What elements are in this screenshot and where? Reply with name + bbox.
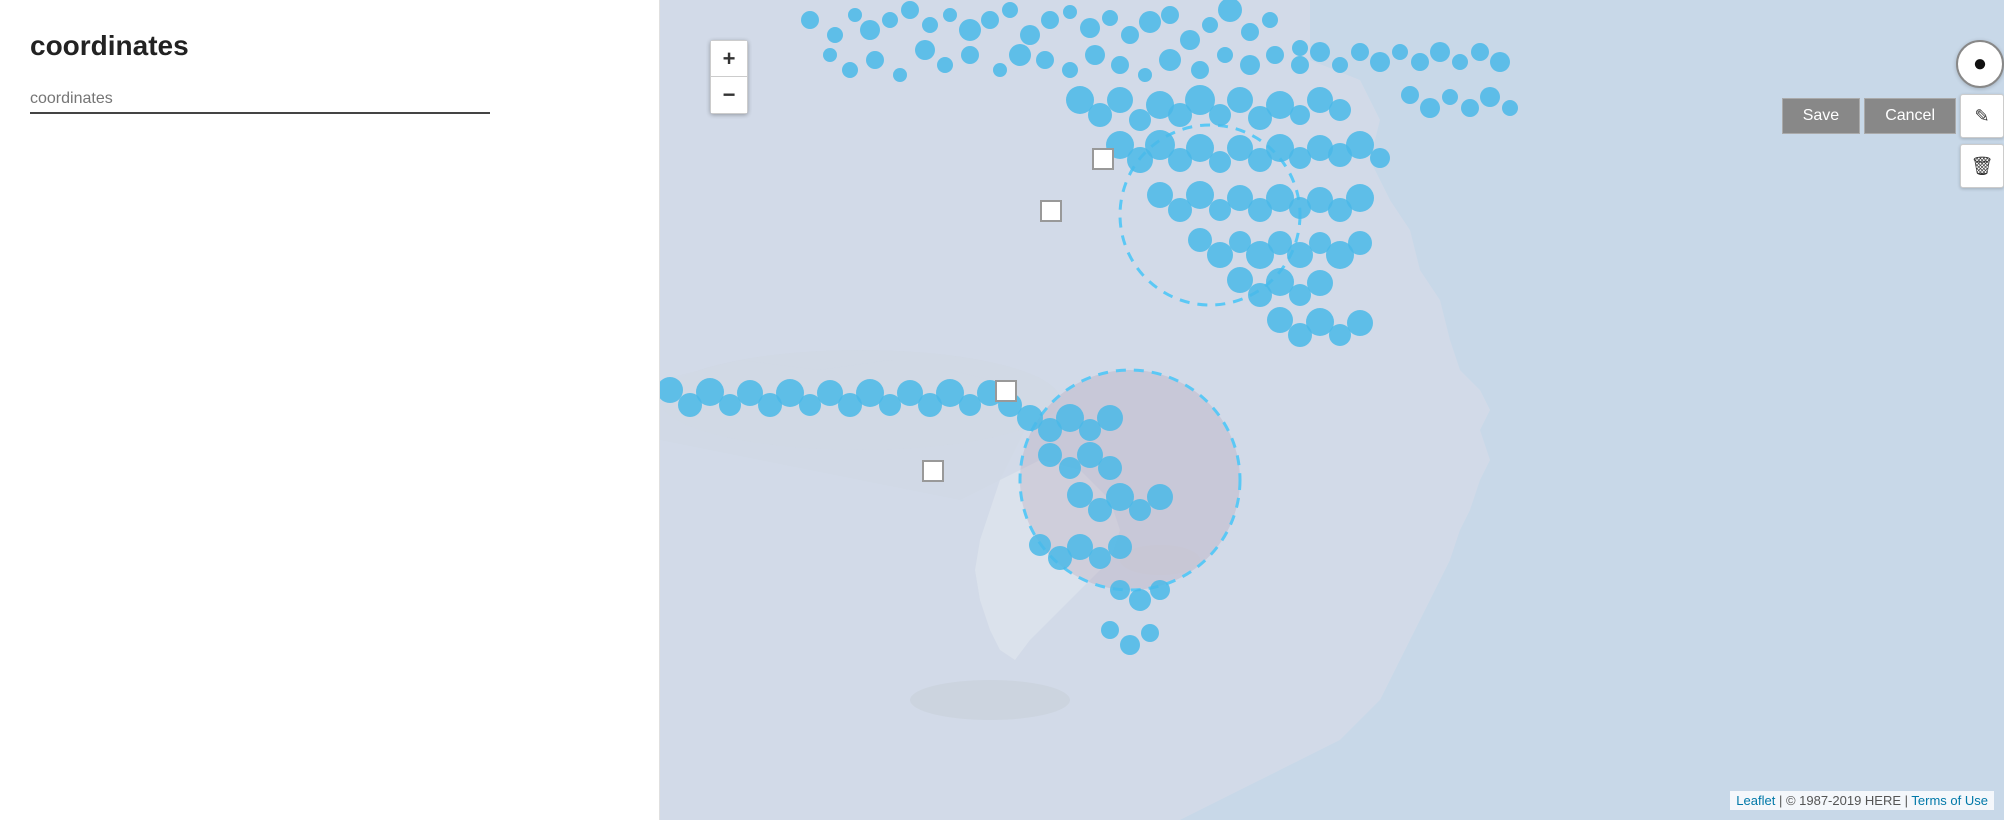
square-marker[interactable] [922, 460, 944, 482]
leaflet-link[interactable]: Leaflet [1736, 793, 1775, 808]
map-toolbar: ● Save Cancel ✎ 🗑 [1782, 40, 2004, 188]
map-attribution: Leaflet | © 1987-2019 HERE | Terms of Us… [1730, 791, 1994, 810]
square-marker[interactable] [995, 380, 1017, 402]
terms-link[interactable]: Terms of Use [1911, 793, 1988, 808]
circle-tool-button[interactable]: ● [1956, 40, 2004, 88]
zoom-in-button[interactable]: + [711, 41, 747, 77]
delete-button[interactable]: 🗑 [1960, 144, 2004, 188]
zoom-controls: + − [710, 40, 748, 114]
page-title: coordinates [30, 30, 629, 62]
delete-row: 🗑 [1960, 144, 2004, 188]
attribution-text: | © 1987-2019 HERE | [1779, 793, 1908, 808]
square-marker[interactable] [1092, 148, 1114, 170]
save-cancel-row: Save Cancel ✎ [1782, 94, 2004, 138]
input-group: coordinates [30, 86, 629, 114]
square-marker[interactable] [1040, 200, 1062, 222]
zoom-out-button[interactable]: − [711, 77, 747, 113]
cancel-button[interactable]: Cancel [1864, 98, 1956, 134]
circle-tool-row: ● [1956, 40, 2004, 88]
coordinates-input[interactable]: coordinates [30, 86, 490, 114]
edit-button[interactable]: ✎ [1960, 94, 2004, 138]
save-button[interactable]: Save [1782, 98, 1860, 134]
left-panel: coordinates coordinates [0, 0, 660, 820]
map-container: + − ● Save Cancel ✎ 🗑 Leaflet | © 1987-2… [660, 0, 2004, 820]
